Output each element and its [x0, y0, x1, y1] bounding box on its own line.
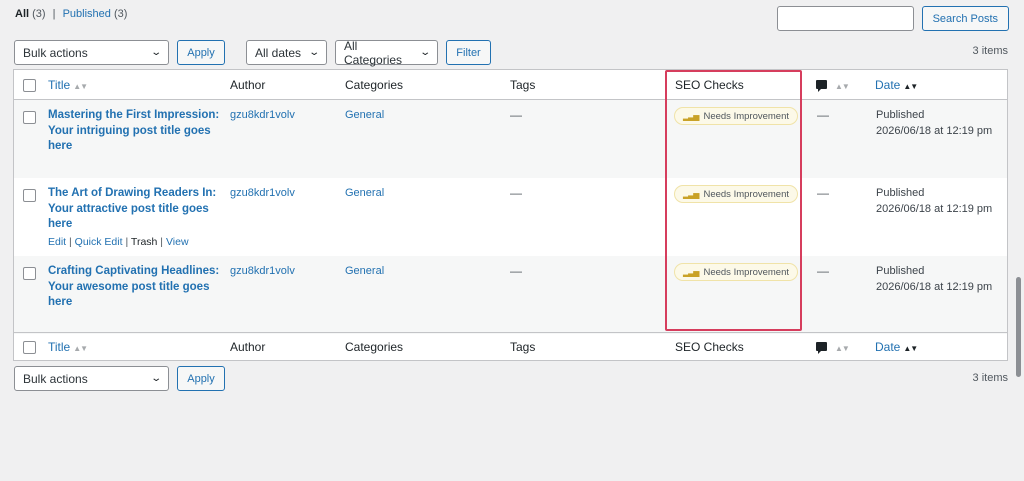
- table-row: Crafting Captivating Headlines: Your awe…: [14, 256, 1007, 334]
- seo-status-badge: ▂▃▅ Needs Improvement: [674, 107, 799, 125]
- row-checkbox[interactable]: [23, 111, 36, 124]
- post-comments: —: [817, 108, 829, 122]
- search-posts-button[interactable]: Search Posts: [921, 6, 1009, 31]
- bulk-actions-label: Bulk actions: [23, 45, 88, 60]
- sort-arrows-icon: ▲▼: [73, 344, 88, 353]
- post-author-link[interactable]: gzu8kdr1volv: [230, 187, 295, 199]
- table-row: Mastering the First Impression: Your int…: [14, 100, 1007, 178]
- post-category-link[interactable]: General: [345, 109, 384, 121]
- col-comments[interactable]: ▲▼: [816, 78, 850, 92]
- table-header: Title ▲▼ Author Categories Tags SEO Check…: [14, 70, 1007, 100]
- col-categories-footer: Categories: [345, 340, 404, 354]
- bulk-actions-label: Bulk actions: [23, 371, 88, 386]
- col-comments-footer[interactable]: ▲▼: [816, 340, 850, 354]
- apply-button-bottom[interactable]: Apply: [177, 366, 225, 391]
- col-categories: Categories: [345, 78, 404, 92]
- post-tags: —: [510, 264, 522, 278]
- bottom-tablenav: Bulk actions ⌄ Apply: [14, 366, 225, 391]
- sort-arrows-icon: ▲▼: [73, 82, 88, 91]
- row-checkbox[interactable]: [23, 267, 36, 280]
- post-date: Published 2026/06/18 at 12:19 pm: [876, 109, 993, 137]
- view-link[interactable]: View: [166, 236, 189, 248]
- filter-all[interactable]: All (3): [15, 8, 46, 20]
- col-title-footer[interactable]: Title ▲▼: [48, 340, 88, 354]
- filter-button[interactable]: Filter: [446, 40, 491, 65]
- sort-arrows-icon: ▲▼: [835, 344, 850, 353]
- post-tags: —: [510, 108, 522, 122]
- table-row: The Art of Drawing Readers In: Your attr…: [14, 178, 1007, 256]
- quick-edit-link[interactable]: Quick Edit: [75, 236, 123, 248]
- comment-bubble-icon: [816, 80, 827, 92]
- signal-bars-icon: ▂▃▅: [683, 267, 700, 277]
- table-footer: Title ▲▼ Author Categories Tags SEO Check…: [14, 332, 1007, 361]
- sort-arrows-icon: ▲▼: [835, 82, 850, 91]
- items-count-top: 3 items: [972, 45, 1008, 57]
- search-input[interactable]: [776, 6, 914, 31]
- col-date[interactable]: Date ▲▼: [875, 78, 918, 92]
- signal-bars-icon: ▂▃▅: [683, 111, 700, 121]
- select-all-checkbox[interactable]: [23, 79, 36, 92]
- col-seo-checks-footer: SEO Checks: [675, 340, 744, 354]
- post-date: Published 2026/06/18 at 12:19 pm: [876, 265, 993, 293]
- top-tablenav: Bulk actions ⌄ Apply All dates ⌄ All Cat…: [14, 38, 491, 67]
- col-author: Author: [230, 78, 266, 92]
- status-filters: All (3) | Published (3): [15, 8, 127, 20]
- page-scrollbar[interactable]: [1016, 277, 1021, 377]
- sort-desc-icon: ▲▼: [903, 82, 918, 91]
- row-checkbox[interactable]: [23, 189, 36, 202]
- seo-status-badge: ▂▃▅ Needs Improvement: [674, 185, 799, 203]
- col-author-footer: Author: [230, 340, 266, 354]
- post-category-link[interactable]: General: [345, 187, 384, 199]
- search-box: Search Posts: [776, 6, 1009, 31]
- post-category-link[interactable]: General: [345, 265, 384, 277]
- chevron-down-icon: ⌄: [307, 47, 320, 58]
- posts-table: Title ▲▼ Author Categories Tags SEO Check…: [13, 69, 1008, 361]
- edit-link[interactable]: Edit: [48, 236, 66, 248]
- seo-status-badge: ▂▃▅ Needs Improvement: [674, 263, 799, 281]
- col-tags: Tags: [510, 78, 536, 92]
- post-title-link[interactable]: Crafting Captivating Headlines: Your awe…: [48, 264, 228, 311]
- post-author-link[interactable]: gzu8kdr1volv: [230, 265, 295, 277]
- filter-separator: |: [52, 8, 56, 20]
- bulk-actions-select[interactable]: Bulk actions ⌄: [14, 40, 169, 65]
- categories-label: All Categories: [344, 38, 403, 67]
- categories-select[interactable]: All Categories ⌄: [335, 38, 438, 67]
- items-count-bottom: 3 items: [972, 372, 1008, 384]
- sort-desc-icon: ▲▼: [903, 344, 918, 353]
- filter-published[interactable]: Published (3): [63, 8, 128, 20]
- bulk-actions-select-bottom[interactable]: Bulk actions ⌄: [14, 366, 169, 391]
- col-tags-footer: Tags: [510, 340, 536, 354]
- chevron-down-icon: ⌄: [149, 373, 162, 384]
- post-title-link[interactable]: The Art of Drawing Readers In: Your attr…: [48, 186, 228, 233]
- col-title[interactable]: Title ▲▼: [48, 78, 88, 92]
- chevron-down-icon: ⌄: [418, 47, 431, 58]
- col-seo-checks: SEO Checks: [675, 78, 744, 92]
- signal-bars-icon: ▂▃▅: [683, 189, 700, 199]
- post-tags: —: [510, 186, 522, 200]
- select-all-checkbox-footer[interactable]: [23, 341, 36, 354]
- post-comments: —: [817, 186, 829, 200]
- post-title-link[interactable]: Mastering the First Impression: Your int…: [48, 108, 228, 155]
- post-author-link[interactable]: gzu8kdr1volv: [230, 109, 295, 121]
- post-comments: —: [817, 264, 829, 278]
- apply-button[interactable]: Apply: [177, 40, 225, 65]
- trash-link[interactable]: Trash: [131, 236, 157, 248]
- dates-label: All dates: [255, 45, 302, 60]
- row-actions: Edit | Quick Edit | Trash | View: [48, 236, 189, 248]
- col-date-footer[interactable]: Date ▲▼: [875, 340, 918, 354]
- comment-bubble-icon: [816, 342, 827, 354]
- chevron-down-icon: ⌄: [149, 47, 162, 58]
- post-date: Published 2026/06/18 at 12:19 pm: [876, 187, 993, 215]
- dates-select[interactable]: All dates ⌄: [246, 40, 327, 65]
